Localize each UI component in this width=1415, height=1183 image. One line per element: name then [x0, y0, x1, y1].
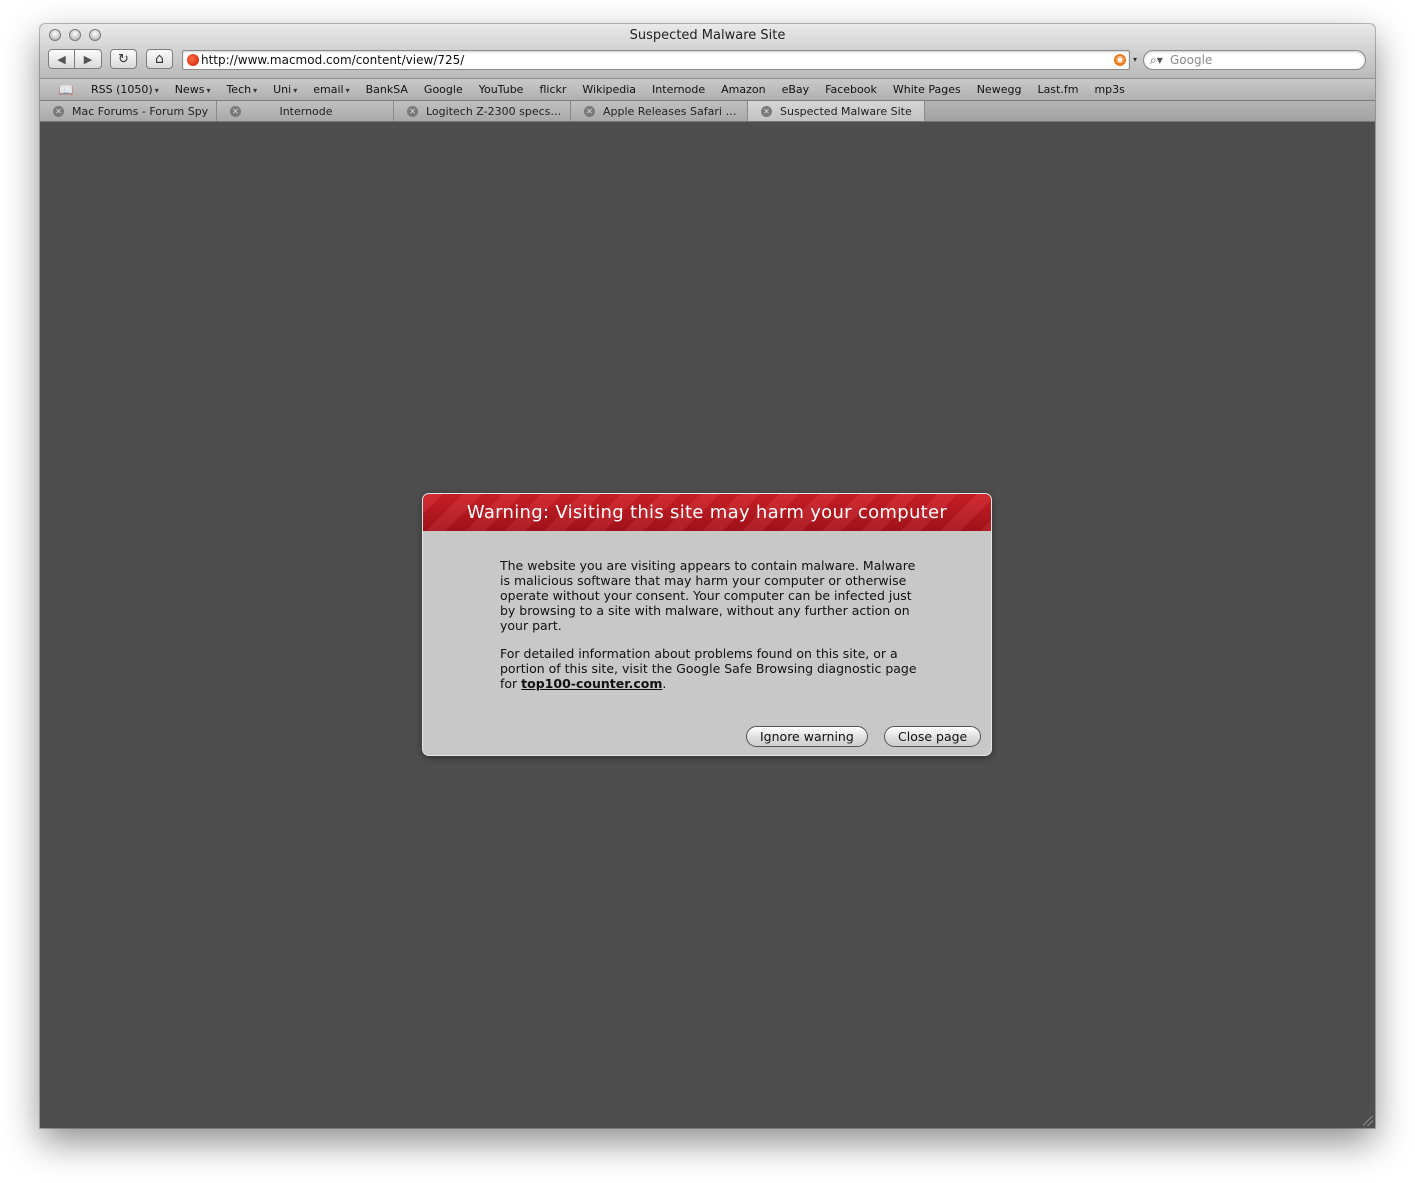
address-dropdown-icon[interactable]: ▾ — [1133, 55, 1137, 64]
bookmark-item[interactable]: Google — [424, 83, 463, 96]
forward-button[interactable]: ▶ — [75, 49, 102, 69]
forward-arrow-icon: ▶ — [83, 52, 93, 66]
page-content: Warning: Visiting this site may harm you… — [40, 122, 1375, 1128]
resize-grip-icon[interactable] — [1363, 1116, 1373, 1126]
bookmark-label: RSS (1050) — [91, 83, 153, 96]
reload-icon: ↻ — [118, 51, 129, 67]
tab-label: Internode — [279, 104, 333, 118]
bookmark-item[interactable]: Wikipedia — [582, 83, 636, 96]
tab-label: Apple Releases Safari 3.... — [603, 104, 741, 118]
warning-body: The website you are visiting appears to … — [500, 558, 920, 704]
bookmarks-bar: 📖 RSS (1050) ▾ News ▾ Tech ▾ Uni ▾ email ▾ BankSA G… — [40, 79, 1375, 101]
bookmark-item[interactable]: eBay — [782, 83, 810, 96]
diagnostic-link[interactable]: top100-counter.com — [521, 676, 662, 691]
bookmark-label: News — [174, 83, 205, 96]
bookmark-item[interactable]: YouTube — [479, 83, 524, 96]
bookmark-label: mp3s — [1094, 83, 1125, 96]
search-icon[interactable]: ⌕▾ — [1150, 53, 1163, 68]
close-page-button[interactable]: Close page — [884, 726, 982, 747]
bookmarks-book-icon[interactable]: 📖 — [57, 83, 75, 97]
bookmark-item[interactable]: email ▾ — [313, 83, 349, 96]
bookmark-item[interactable]: Internode — [652, 83, 705, 96]
ignore-warning-button[interactable]: Ignore warning — [746, 726, 868, 747]
title-toolbar: Suspected Malware Site ◀ ▶ ↻ ⌂ ◉ ▾ ⌕▾ — [40, 24, 1375, 79]
chevron-down-icon: ▾ — [293, 86, 298, 95]
tab-close-icon[interactable]: ✕ — [407, 105, 418, 117]
bookmark-item[interactable]: flickr — [539, 83, 566, 96]
bookmark-item[interactable]: News ▾ — [175, 83, 211, 96]
warning-paragraph-1: The website you are visiting appears to … — [500, 558, 916, 633]
warning-title: Warning: Visiting this site may harm you… — [423, 494, 991, 531]
tab-item[interactable]: ✕ Logitech Z-2300 specs ... — [394, 101, 571, 121]
bookmark-item[interactable]: Facebook — [825, 83, 877, 96]
bookmark-item[interactable]: White Pages — [893, 83, 961, 96]
warning-paragraph-2: For detailed information about problems … — [500, 646, 920, 691]
bookmark-label: flickr — [539, 83, 567, 96]
home-icon: ⌂ — [155, 51, 164, 67]
bookmark-item[interactable]: Last.fm — [1037, 83, 1078, 96]
bookmark-label: Uni — [273, 83, 292, 96]
back-forward-group: ◀ ▶ — [48, 49, 102, 69]
tab-label: Mac Forums - Forum Spy — [72, 104, 209, 118]
bookmark-label: Wikipedia — [582, 83, 637, 96]
bookmark-label: YouTube — [478, 83, 524, 96]
address-bar[interactable]: ◉ — [182, 50, 1130, 70]
tab-close-icon[interactable]: ✕ — [230, 105, 241, 117]
back-arrow-icon: ◀ — [57, 52, 66, 66]
tab-label: Suspected Malware Site — [780, 104, 912, 118]
bookmark-label: Google — [423, 83, 463, 96]
bookmark-item[interactable]: Amazon — [721, 83, 765, 96]
malware-warning-dialog: Warning: Visiting this site may harm you… — [422, 493, 992, 756]
paragraph-2-suffix: . — [662, 676, 667, 691]
bookmark-label: Last.fm — [1037, 83, 1079, 96]
bookmark-label: Amazon — [721, 83, 766, 96]
browser-window: Suspected Malware Site ◀ ▶ ↻ ⌂ ◉ ▾ ⌕▾ 📖 — [40, 24, 1375, 1128]
bookmark-label: White Pages — [892, 83, 961, 96]
bookmark-label: eBay — [781, 83, 810, 96]
tab-close-icon[interactable]: ✕ — [584, 105, 595, 117]
tab-item[interactable]: ✕ Apple Releases Safari 3.... — [571, 101, 748, 121]
tab-label: Logitech Z-2300 specs ... — [426, 104, 564, 118]
bookmark-label: Newegg — [976, 83, 1022, 96]
reload-button[interactable]: ↻ — [110, 49, 137, 69]
chevron-down-icon: ▾ — [345, 86, 350, 95]
window-title: Suspected Malware Site — [629, 28, 786, 43]
rss-icon[interactable]: ◉ — [1114, 54, 1126, 66]
tab-item[interactable]: ✕ Mac Forums - Forum Spy — [40, 101, 217, 121]
bookmark-item[interactable]: Uni ▾ — [273, 83, 297, 96]
chevron-down-icon: ▾ — [253, 86, 258, 95]
back-button[interactable]: ◀ — [48, 49, 75, 69]
chevron-down-icon: ▾ — [154, 86, 159, 95]
search-field[interactable]: ⌕▾ — [1143, 50, 1366, 70]
bookmark-item[interactable]: BankSA — [366, 83, 408, 96]
bookmark-item[interactable]: RSS (1050) ▾ — [91, 83, 159, 96]
tab-close-icon[interactable]: ✕ — [53, 105, 64, 117]
home-button[interactable]: ⌂ — [146, 49, 173, 69]
site-favicon-icon — [187, 54, 199, 66]
bookmark-label: Tech — [226, 83, 252, 96]
bookmark-label: Facebook — [825, 83, 877, 96]
bookmark-item[interactable]: mp3s — [1094, 83, 1124, 96]
search-input[interactable] — [1170, 51, 1360, 69]
bookmark-item[interactable]: Newegg — [977, 83, 1022, 96]
tab-item[interactable]: ✕ Internode — [217, 101, 394, 121]
tab-item[interactable]: ✕ Suspected Malware Site — [748, 101, 925, 121]
tab-close-icon[interactable]: ✕ — [761, 105, 772, 117]
url-input[interactable] — [201, 51, 1101, 69]
bookmark-label: email — [313, 83, 344, 96]
bookmark-label: BankSA — [365, 83, 408, 96]
chevron-down-icon: ▾ — [206, 86, 211, 95]
bookmark-item[interactable]: Tech ▾ — [226, 83, 257, 96]
bookmark-label: Internode — [652, 83, 706, 96]
tab-bar: ✕ Mac Forums - Forum Spy ✕ Internode ✕ Logite… — [40, 101, 1375, 122]
